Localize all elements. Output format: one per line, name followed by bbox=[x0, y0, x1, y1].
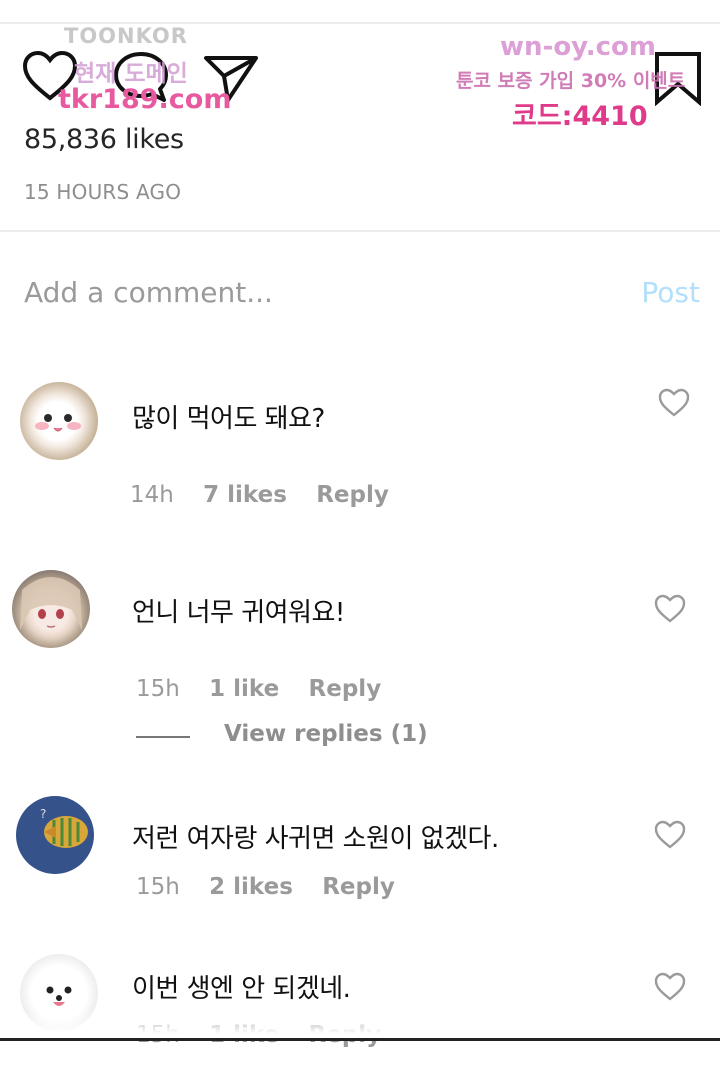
watermark-brand: TOONKOR bbox=[64, 24, 188, 48]
avatar[interactable]: ? bbox=[16, 796, 94, 874]
watermark-code: 코드:4410 bbox=[512, 101, 648, 132]
avatar[interactable] bbox=[20, 382, 98, 460]
heart-small-icon[interactable] bbox=[658, 388, 690, 418]
post-timestamp: 15 HOURS AGO bbox=[24, 180, 182, 204]
comment-text: 이번 생엔 안 되겠네. bbox=[132, 974, 351, 1004]
comment-likes[interactable]: 1 like bbox=[209, 676, 279, 702]
watermark-promo: 툰코 보증 가입 30% 이벤트 bbox=[456, 70, 686, 92]
bottom-edge bbox=[0, 1038, 720, 1041]
view-replies-line bbox=[136, 736, 190, 738]
reply-button[interactable]: Reply bbox=[309, 676, 382, 702]
post-button[interactable]: Post bbox=[641, 276, 700, 309]
comment-likes[interactable]: 2 likes bbox=[209, 874, 293, 900]
comment-text: 언니 너무 귀여워요! bbox=[132, 598, 345, 628]
watermark-domain-label: 현재 도메인 bbox=[74, 61, 188, 87]
view-replies-button[interactable]: View replies (1) bbox=[224, 721, 428, 747]
comment-meta: 14h 7 likes Reply bbox=[130, 482, 411, 508]
comment-meta: 15h 2 likes Reply bbox=[136, 874, 417, 900]
reply-button[interactable]: Reply bbox=[316, 482, 389, 508]
watermark-domain: tkr189.com bbox=[58, 84, 232, 115]
svg-text:?: ? bbox=[40, 807, 46, 821]
comment-input[interactable]: Add a comment... bbox=[24, 276, 273, 309]
comment-time: 15h bbox=[136, 874, 180, 900]
comment-likes[interactable]: 7 likes bbox=[203, 482, 287, 508]
comment-time: 15h bbox=[136, 676, 180, 702]
likes-count[interactable]: 85,836 likes bbox=[24, 124, 184, 155]
comment-meta: 15h 1 like Reply bbox=[136, 676, 403, 702]
avatar[interactable] bbox=[12, 570, 90, 648]
heart-small-icon[interactable] bbox=[654, 594, 686, 624]
divider bbox=[0, 230, 720, 232]
scroll-fade bbox=[0, 1010, 720, 1038]
comment-text: 많이 먹어도 돼요? bbox=[132, 404, 325, 434]
reply-button[interactable]: Reply bbox=[322, 874, 395, 900]
heart-small-icon[interactable] bbox=[654, 820, 686, 850]
comment-time: 14h bbox=[130, 482, 174, 508]
watermark-site: wn-oy.com bbox=[500, 32, 656, 62]
comment-text: 저런 여자랑 사귀면 소원이 없겠다. bbox=[132, 824, 499, 854]
heart-small-icon[interactable] bbox=[654, 972, 686, 1002]
